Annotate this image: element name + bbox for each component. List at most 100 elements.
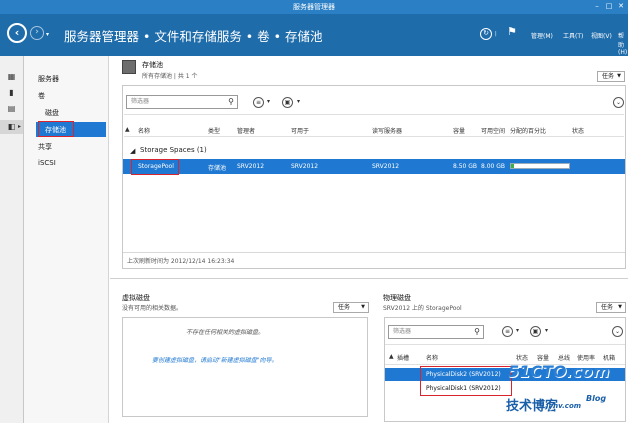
col-header-available-to[interactable]: 可用于 — [291, 126, 309, 135]
separator-pipe: | — [495, 31, 497, 37]
vdisk-pane-subtitle: 没有可用的相关数据。 — [122, 305, 183, 312]
nav-item-volumes[interactable]: 卷 — [38, 91, 45, 101]
divider — [124, 136, 624, 137]
left-icon-rail: ▦ ▮ ▤ ◧ ▸ — [0, 56, 24, 423]
vdisk-tasks-dropdown[interactable]: 任务 ▼ — [333, 302, 369, 313]
group-collapse-icon[interactable]: ◢ — [130, 147, 135, 155]
virtual-disks-pane: 虚拟磁盘 没有可用的相关数据。 任务 ▼ 不存在任何相关的虚拟磁盘。 要创建虚拟磁… — [110, 288, 372, 423]
col-header-type[interactable]: 类型 — [208, 126, 220, 135]
nav-item-shares[interactable]: 共享 — [38, 142, 52, 152]
window-title-bar: 服务器管理器 – □ ✕ — [0, 0, 628, 14]
pool-filter-input[interactable]: 筛选器 ⚲ — [126, 95, 238, 109]
expand-collapse-button[interactable]: ⌄ — [612, 326, 623, 337]
sort-arrow-icon: ▲ — [125, 126, 130, 133]
chevron-down-icon[interactable]: ▾ — [267, 98, 270, 105]
col-header-disk-name[interactable]: 名称 — [426, 353, 438, 362]
history-dropdown-icon[interactable]: ▾ — [46, 31, 49, 38]
col-header-disk-status[interactable]: 状态 — [516, 353, 528, 362]
maximize-button[interactable]: □ — [604, 2, 614, 11]
chevron-down-icon: ▼ — [361, 304, 365, 310]
forward-arrow-icon[interactable]: › — [30, 26, 44, 40]
col-header-name[interactable]: 名称 — [138, 126, 150, 135]
save-query-button[interactable]: ▣ — [282, 97, 293, 108]
pool-filter-placeholder: 筛选器 — [131, 98, 150, 105]
refresh-icon[interactable]: ↻ — [480, 28, 492, 40]
notification-flag-icon[interactable]: ⚑ — [507, 25, 517, 38]
search-icon[interactable]: ⚲ — [474, 326, 480, 338]
col-header-allocated-pct[interactable]: 分配的百分比 — [510, 126, 546, 135]
menu-help[interactable]: 帮助(H) — [618, 31, 628, 56]
app-header: ‹ › ▾ 服务器管理器 • 文件和存储服务 • 卷 • 存储池 ↻ | ⚑ 管… — [0, 14, 628, 56]
pool-rw-server-cell: SRV2012 — [372, 163, 400, 170]
save-query-button[interactable]: ▣ — [530, 326, 541, 337]
watermark-blog: Blog — [586, 394, 607, 403]
chevron-down-icon[interactable]: ▾ — [297, 98, 300, 105]
col-header-slot[interactable]: 插槽 — [397, 353, 409, 362]
chevron-down-icon: ▼ — [618, 304, 622, 310]
allocation-progress-fill — [511, 164, 515, 168]
all-servers-icon[interactable]: ▤ — [6, 104, 17, 114]
pool-table-frame — [122, 85, 626, 269]
group-header[interactable]: Storage Spaces (1) — [140, 146, 207, 154]
pdisk-tasks-label: 任务 — [601, 304, 614, 311]
chevron-down-icon[interactable]: ▾ — [516, 327, 519, 334]
pool-tasks-dropdown[interactable]: 任务 ▼ — [597, 71, 625, 82]
physical-disks-highlight-box — [420, 366, 512, 396]
pane-separator — [110, 278, 628, 279]
col-header-free-space[interactable]: 可用空间 — [481, 126, 505, 135]
pdisk-filter-input[interactable]: 筛选器 ⚲ — [388, 325, 484, 339]
pool-capacity-cell: 8.50 GB — [453, 163, 478, 170]
col-header-rw-server[interactable]: 读写服务器 — [372, 126, 402, 135]
pool-free-cell: 8.00 GB — [481, 163, 506, 170]
menu-manage[interactable]: 管理(M) — [531, 31, 553, 40]
search-icon[interactable]: ⚲ — [228, 96, 234, 108]
last-refresh-text: 上次刷新时间为 2012/12/14 16:23:34 — [127, 258, 235, 265]
nav-panel: 服务器 卷 磁盘 存储池 共享 iSCSI — [24, 56, 109, 423]
divider — [124, 114, 624, 115]
col-header-usage[interactable]: 使用率 — [577, 353, 595, 362]
col-header-chassis[interactable]: 机箱 — [603, 353, 615, 362]
pdisk-pane-subtitle: SRV2012 上的 StoragePool — [383, 305, 462, 312]
pool-pane-title: 存储池 — [142, 61, 163, 69]
watermark-url: Jyhv.com — [546, 402, 582, 410]
window-title: 服务器管理器 — [293, 3, 335, 11]
dashboard-icon[interactable]: ▦ — [6, 72, 17, 82]
table-row[interactable]: StoragePool 存储池 SRV2012 SRV2012 SRV2012 … — [123, 159, 625, 174]
new-virtual-disk-link[interactable]: 要创建虚拟磁盘，请启动"新建虚拟磁盘"向导。 — [152, 355, 278, 364]
breadcrumb: 服务器管理器 • 文件和存储服务 • 卷 • 存储池 — [64, 29, 323, 44]
sort-arrow-icon: ▲ — [389, 353, 394, 360]
filter-options-button[interactable]: ≡ — [253, 97, 264, 108]
vdisk-empty-message: 不存在任何相关的虚拟磁盘。 — [186, 329, 265, 336]
expand-arrow-icon[interactable]: ▸ — [18, 123, 21, 130]
nav-item-disks[interactable]: 磁盘 — [45, 108, 59, 118]
expand-collapse-button[interactable]: ⌄ — [613, 97, 624, 108]
nav-item-servers[interactable]: 服务器 — [38, 74, 59, 84]
chevron-down-icon: ▼ — [617, 73, 621, 79]
close-button[interactable]: ✕ — [616, 2, 626, 11]
local-server-icon[interactable]: ▮ — [6, 88, 17, 98]
nav-item-iscsi[interactable]: iSCSI — [38, 159, 56, 167]
pool-type-cell: 存储池 — [208, 165, 227, 172]
menu-view[interactable]: 视图(V) — [591, 31, 612, 40]
pool-tasks-label: 任务 — [602, 73, 615, 80]
file-storage-icon[interactable]: ◧ — [6, 122, 17, 132]
pool-available-to-cell: SRV2012 — [291, 163, 319, 170]
col-header-bus[interactable]: 总线 — [558, 353, 570, 362]
vdisk-tasks-label: 任务 — [338, 304, 351, 311]
back-arrow-icon[interactable]: ‹ — [7, 23, 27, 43]
chevron-down-icon[interactable]: ▾ — [545, 327, 548, 334]
pdisk-pane-title: 物理磁盘 — [383, 294, 411, 302]
storagepool-highlight-box — [131, 159, 179, 175]
minimize-button[interactable]: – — [592, 2, 602, 11]
col-header-status[interactable]: 状态 — [572, 126, 584, 135]
col-header-capacity[interactable]: 容量 — [453, 126, 465, 135]
allocation-progress-bar — [510, 163, 570, 169]
pdisk-filter-placeholder: 筛选器 — [393, 328, 412, 335]
col-header-disk-capacity[interactable]: 容量 — [537, 353, 549, 362]
pdisk-tasks-dropdown[interactable]: 任务 ▼ — [596, 302, 626, 313]
divider — [385, 344, 625, 345]
filter-options-button[interactable]: ≡ — [502, 326, 513, 337]
col-header-managed-by[interactable]: 管理者 — [237, 126, 255, 135]
menu-tools[interactable]: 工具(T) — [563, 31, 583, 40]
watermark-site: 51CTO.com — [508, 362, 610, 381]
